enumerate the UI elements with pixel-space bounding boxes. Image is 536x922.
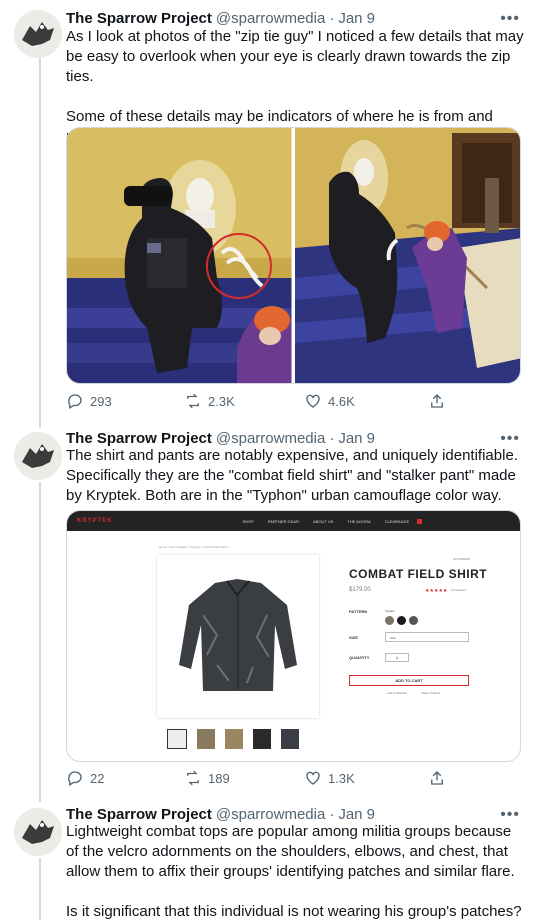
store-nav-item[interactable]: PARTNER GEAR: [268, 519, 299, 524]
more-options-icon[interactable]: •••: [500, 10, 520, 28]
tweet-header: The Sparrow Project @sparrowmedia · Jan …: [66, 804, 520, 824]
pattern-value: Typhon: [385, 609, 395, 613]
separator-dot: ·: [329, 429, 335, 447]
thumbnail[interactable]: [225, 729, 243, 749]
swatch-black[interactable]: [397, 616, 406, 625]
photo-grid: [67, 128, 520, 383]
share-product-link[interactable]: Share Product: [421, 691, 440, 695]
size-label: SIZE: [349, 635, 358, 640]
like-count: 1.3K: [328, 770, 355, 786]
avatar[interactable]: [14, 10, 62, 58]
tweet-header: The Sparrow Project @sparrowmedia · Jan …: [66, 428, 520, 448]
like-button[interactable]: 1.3K: [304, 769, 355, 787]
tweet-media-photos[interactable]: [66, 127, 521, 384]
heart-icon: [306, 771, 320, 785]
product-price: $179.00: [349, 587, 371, 593]
share-icon: [431, 394, 443, 408]
reply-button[interactable]: 293: [66, 392, 112, 410]
retweet-count: 2.3K: [208, 393, 235, 409]
swatch-gray[interactable]: [409, 616, 418, 625]
breadcrumb: Home / Camo Pattern / Typhon / Combat Fi…: [159, 545, 228, 549]
reply-count: 293: [90, 393, 112, 409]
retweet-button[interactable]: 189: [184, 769, 230, 787]
wishlist-link[interactable]: Add to Wishlist: [387, 691, 407, 695]
share-button[interactable]: [428, 769, 446, 787]
handle[interactable]: @sparrowmedia: [216, 806, 325, 823]
tweet-media-screenshot[interactable]: KRYPTEK SHOP PARTNER GEAR ABOUT US THE A…: [66, 510, 521, 762]
product-thumbnails: [167, 729, 299, 749]
store-nav-item[interactable]: THE AGORA: [347, 519, 370, 524]
tweet-date[interactable]: Jan 9: [338, 430, 375, 447]
tweet-1[interactable]: The Sparrow Project @sparrowmedia · Jan …: [0, 0, 536, 424]
size-select[interactable]: Size: [385, 632, 469, 642]
share-icon: [431, 771, 443, 785]
quantity-label: QUANTITY: [349, 655, 370, 660]
jacket-image: [179, 579, 297, 691]
quantity-stepper[interactable]: 1: [385, 653, 409, 662]
reply-icon: [68, 771, 82, 786]
tweet-2[interactable]: The Sparrow Project @sparrowmedia · Jan …: [0, 424, 536, 800]
retweet-count: 189: [208, 770, 230, 786]
tweet-3[interactable]: The Sparrow Project @sparrowmedia · Jan …: [0, 800, 536, 920]
store-logo: KRYPTEK: [77, 518, 113, 524]
store-nav-links: SHOP PARTNER GEAR ABOUT US THE AGORA CLE…: [242, 519, 409, 524]
pattern-label: PATTERN: [349, 609, 368, 614]
heart-icon: [306, 394, 320, 408]
like-button[interactable]: 4.6K: [304, 392, 355, 410]
reply-icon: [68, 394, 82, 409]
store-navbar: KRYPTEK SHOP PARTNER GEAR ABOUT US THE A…: [67, 511, 520, 531]
add-to-cart-button[interactable]: ADD TO CART: [349, 675, 469, 686]
pattern-swatches[interactable]: [385, 616, 418, 625]
review-count[interactable]: (3 reviews): [451, 588, 466, 592]
reply-count: 22: [90, 770, 105, 786]
tweet-actions: 293 2.3K 4.6K: [66, 392, 446, 412]
tweet-date[interactable]: Jan 9: [338, 10, 375, 27]
separator-dot: ·: [329, 805, 335, 823]
retweet-icon: [187, 770, 199, 786]
add-to-cart-label: ADD TO CART: [395, 678, 423, 683]
quantity-value: 1: [395, 655, 399, 660]
thumbnail[interactable]: [167, 729, 187, 749]
thumbnail[interactable]: [281, 729, 299, 749]
rating-stars: ★★★★★: [425, 588, 448, 594]
store-nav-item[interactable]: CLEARANCE: [385, 519, 409, 524]
handle[interactable]: @sparrowmedia: [216, 430, 325, 447]
store-nav-item[interactable]: SHOP: [242, 519, 253, 524]
separator-dot: ·: [329, 9, 335, 27]
tweet-date[interactable]: Jan 9: [338, 806, 375, 823]
product-image[interactable]: [157, 555, 319, 718]
like-count: 4.6K: [328, 393, 355, 409]
tweet-text: Lightweight combat tops are popular amon…: [66, 823, 522, 920]
product-title: COMBAT FIELD SHIRT: [349, 567, 488, 581]
store-nav-item[interactable]: ABOUT US: [313, 519, 333, 524]
share-button[interactable]: [428, 392, 446, 410]
product-sku: STCOMFSR: [453, 557, 470, 561]
handle[interactable]: @sparrowmedia: [216, 10, 325, 27]
retweet-icon: [187, 393, 199, 409]
thumbnail[interactable]: [253, 729, 271, 749]
tweet-text: The shirt and pants are notably expensiv…: [66, 447, 523, 504]
swatch-typhon[interactable]: [385, 616, 394, 625]
display-name[interactable]: The Sparrow Project: [66, 430, 212, 447]
tweet-actions: 22 189 1.3K: [66, 769, 446, 789]
thumbnail[interactable]: [197, 729, 215, 749]
display-name[interactable]: The Sparrow Project: [66, 806, 212, 823]
avatar[interactable]: [14, 808, 62, 856]
reply-button[interactable]: 22: [66, 769, 104, 787]
tweet-header: The Sparrow Project @sparrowmedia · Jan …: [66, 8, 520, 28]
avatar[interactable]: [14, 432, 62, 480]
display-name[interactable]: The Sparrow Project: [66, 10, 212, 27]
store-cart-icon[interactable]: [417, 518, 423, 524]
retweet-button[interactable]: 2.3K: [184, 392, 235, 410]
size-value: Size: [390, 636, 396, 640]
